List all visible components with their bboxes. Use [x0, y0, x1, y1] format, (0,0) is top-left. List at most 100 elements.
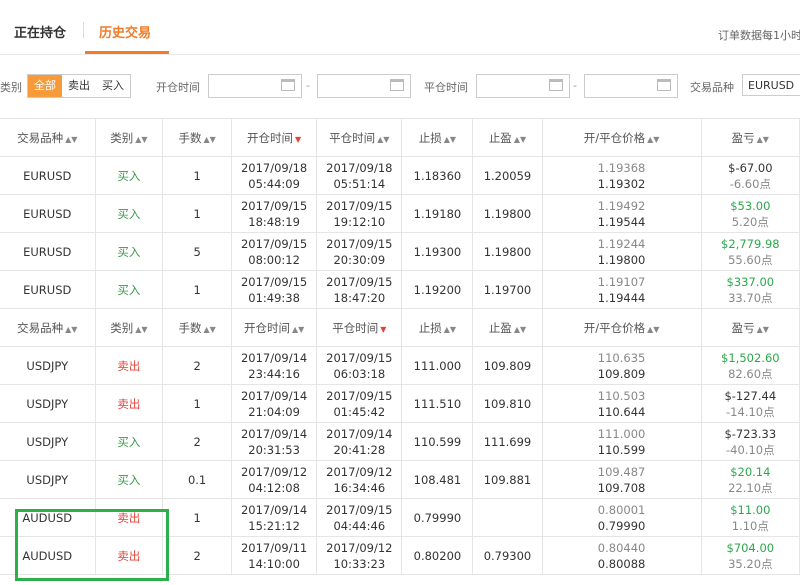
- table-row[interactable]: USDJPY 买入 0.1 2017/09/12 04:12:08 2017/09/12 1…: [0, 460, 800, 499]
- type-filter-label: 类别: [0, 81, 22, 94]
- sort-icon[interactable]: ▲▼: [377, 135, 389, 144]
- header-price[interactable]: 开/平仓价格 ▲▼: [541, 308, 702, 347]
- close-time-end-input[interactable]: [584, 74, 678, 98]
- header-profit[interactable]: 盈亏 ▲▼: [700, 118, 800, 157]
- tab-open-positions[interactable]: 正在持仓: [14, 22, 66, 41]
- sort-icon[interactable]: ▲▼: [203, 135, 215, 144]
- table-row[interactable]: USDJPY 买入 2 2017/09/14 20:31:53 2017/09/14 20:…: [0, 422, 800, 461]
- header-take-profit[interactable]: 止盈 ▲▼: [472, 118, 543, 157]
- sort-icon[interactable]: ▲▼: [135, 325, 147, 334]
- lots-cell: 2: [162, 536, 233, 575]
- header-type[interactable]: 类别 ▲▼: [94, 118, 164, 157]
- profit-points: -40.10点: [726, 442, 775, 457]
- close-time-cell: 2017/09/15 01:45:42: [316, 384, 403, 423]
- sort-icon[interactable]: ▲▼: [647, 135, 659, 144]
- sort-icon[interactable]: ▲▼: [647, 325, 659, 334]
- stop-loss-cell: 1.19300: [401, 232, 474, 271]
- profit-points: -6.60点: [729, 176, 771, 191]
- table-row[interactable]: AUDUSD 卖出 1 2017/09/14 15:21:12 2017/09/15 04:…: [0, 498, 800, 537]
- header-profit[interactable]: 盈亏 ▲▼: [700, 308, 800, 347]
- header-stop-loss[interactable]: 止损 ▲▼: [401, 118, 474, 157]
- sort-desc-icon[interactable]: ▼: [295, 135, 301, 144]
- table-row[interactable]: EURUSD 买入 1 2017/09/15 01:49:38 2017/09/15 18:…: [0, 270, 800, 309]
- table-row[interactable]: EURUSD 买入 1 2017/09/15 18:48:19 2017/09/15 19:…: [0, 194, 800, 233]
- open-date: 2017/09/15: [240, 236, 308, 251]
- calendar-icon[interactable]: [281, 79, 295, 91]
- type-cell: 卖出: [94, 384, 164, 423]
- close-date: 2017/09/15: [326, 236, 393, 251]
- header-symbol[interactable]: 交易品种 ▲▼: [0, 118, 96, 157]
- calendar-icon[interactable]: [390, 79, 404, 91]
- sort-icon[interactable]: ▲▼: [65, 325, 77, 334]
- sort-icon[interactable]: ▲▼: [514, 135, 526, 144]
- profit-amount: $53.00: [730, 198, 771, 213]
- filter-bar: 类别 全部 卖出 买入 开仓时间 - 平仓时间 - 交易品种 EURUSD: [0, 68, 800, 106]
- header-open-time[interactable]: 开仓时间 ▼: [231, 118, 318, 157]
- lots-cell: 1: [162, 270, 233, 309]
- open-time-cell: 2017/09/14 15:21:12: [231, 498, 318, 537]
- profit-cell: $-723.33 -40.10点: [700, 422, 800, 461]
- open-time-cell: 2017/09/14 20:31:53: [231, 422, 318, 461]
- lots-cell: 2: [162, 422, 233, 461]
- close-time-start-input[interactable]: [476, 74, 570, 98]
- close-time-cell: 2017/09/15 06:03:18: [316, 346, 403, 385]
- open-clock: 23:44:16: [248, 366, 300, 381]
- sort-icon[interactable]: ▲▼: [203, 325, 215, 334]
- sort-icon[interactable]: ▲▼: [514, 325, 526, 334]
- profit-cell: $-67.00 -6.60点: [700, 156, 800, 195]
- sort-icon[interactable]: ▲▼: [444, 135, 456, 144]
- sort-icon[interactable]: ▲▼: [444, 325, 456, 334]
- header-take-profit[interactable]: 止盈 ▲▼: [472, 308, 543, 347]
- close-clock: 20:30:09: [333, 252, 386, 267]
- tab-trade-history[interactable]: 历史交易: [99, 22, 151, 41]
- close-price: 109.809: [597, 366, 646, 381]
- sort-desc-icon[interactable]: ▼: [380, 325, 386, 334]
- stop-loss-cell: 108.481: [401, 460, 474, 499]
- type-option-all[interactable]: 全部: [28, 75, 62, 97]
- header-lots[interactable]: 手数 ▲▼: [162, 308, 233, 347]
- table-row[interactable]: USDJPY 卖出 1 2017/09/14 21:04:09 2017/09/15 01:…: [0, 384, 800, 423]
- calendar-icon[interactable]: [657, 79, 671, 91]
- close-date: 2017/09/18: [326, 160, 393, 175]
- table-row[interactable]: EURUSD 买入 1 2017/09/18 05:44:09 2017/09/18 05:…: [0, 156, 800, 195]
- sort-icon[interactable]: ▲▼: [135, 135, 147, 144]
- stop-loss-cell: 1.19200: [401, 270, 474, 309]
- header-lots[interactable]: 手数 ▲▼: [162, 118, 233, 157]
- header-symbol[interactable]: 交易品种 ▲▼: [0, 308, 96, 347]
- header-label: 盈亏: [731, 130, 755, 145]
- table-row[interactable]: EURUSD 买入 5 2017/09/15 08:00:12 2017/09/15 20:…: [0, 232, 800, 271]
- type-option-sell[interactable]: 卖出: [62, 75, 96, 97]
- sort-icon[interactable]: ▲▼: [757, 135, 769, 144]
- calendar-icon[interactable]: [549, 79, 563, 91]
- open-time-start-input[interactable]: [208, 74, 302, 98]
- header-close-time[interactable]: 平仓时间 ▼: [316, 308, 403, 347]
- sort-icon[interactable]: ▲▼: [65, 135, 77, 144]
- symbol-select[interactable]: EURUSD: [742, 74, 800, 96]
- sort-icon[interactable]: ▲▼: [292, 325, 304, 334]
- open-time-end-input[interactable]: [317, 74, 411, 98]
- profit-amount: $704.00: [726, 540, 775, 555]
- header-close-time[interactable]: 平仓时间 ▲▼: [316, 118, 403, 157]
- header-stop-loss[interactable]: 止损 ▲▼: [401, 308, 474, 347]
- header-price[interactable]: 开/平仓价格 ▲▼: [541, 118, 702, 157]
- type-option-buy[interactable]: 买入: [96, 75, 130, 97]
- profit-amount: $11.00: [730, 502, 771, 517]
- sort-icon[interactable]: ▲▼: [757, 325, 769, 334]
- symbol-cell: EURUSD: [0, 194, 96, 233]
- header-label: 类别: [110, 320, 134, 335]
- close-time-cell: 2017/09/12 16:34:46: [316, 460, 403, 499]
- header-label: 开仓时间: [247, 130, 294, 145]
- open-time-label: 开仓时间: [156, 81, 200, 94]
- header-type[interactable]: 类别 ▲▼: [94, 308, 164, 347]
- active-tab-indicator: [85, 51, 169, 54]
- header-label: 手数: [178, 320, 202, 335]
- header-open-time[interactable]: 开仓时间 ▲▼: [231, 308, 318, 347]
- symbol-cell: USDJPY: [0, 346, 96, 385]
- table-row[interactable]: USDJPY 卖出 2 2017/09/14 23:44:16 2017/09/15 06:…: [0, 346, 800, 385]
- symbol-cell: USDJPY: [0, 384, 96, 423]
- take-profit-cell: 1.20059: [472, 156, 543, 195]
- profit-amount: $-127.44: [724, 388, 777, 403]
- table-row[interactable]: AUDUSD 卖出 2 2017/09/11 14:10:00 2017/09/12 10:…: [0, 536, 800, 575]
- symbol-cell: EURUSD: [0, 232, 96, 271]
- symbol-cell: USDJPY: [0, 422, 96, 461]
